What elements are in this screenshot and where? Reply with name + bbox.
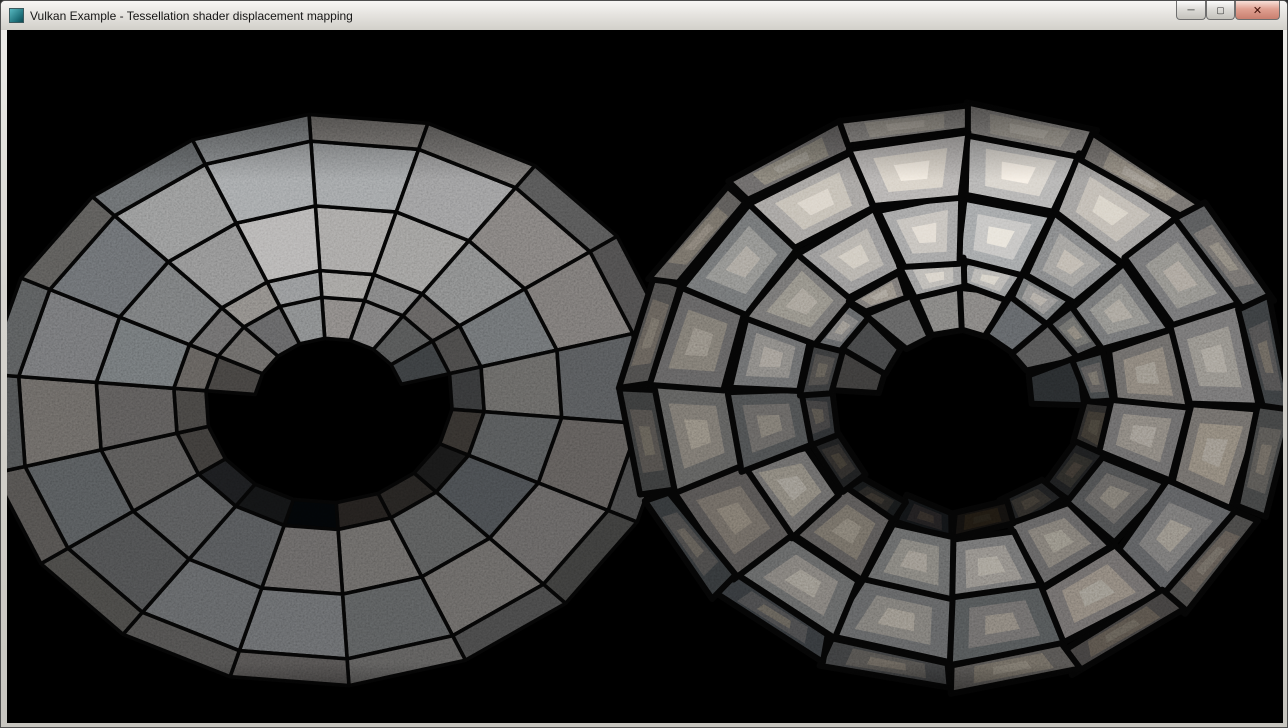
minimize-button[interactable]: ─ [1176, 1, 1206, 20]
minimize-icon: ─ [1187, 5, 1194, 16]
close-button[interactable]: ✕ [1235, 1, 1280, 20]
render-viewport[interactable] [7, 30, 1283, 723]
window-controls: ─ ▢ ✕ [1176, 1, 1280, 20]
titlebar[interactable]: Vulkan Example - Tessellation shader dis… [1, 1, 1287, 30]
close-icon: ✕ [1253, 4, 1262, 17]
maximize-button[interactable]: ▢ [1206, 1, 1235, 20]
app-icon [9, 8, 24, 23]
maximize-icon: ▢ [1216, 5, 1225, 16]
app-window: Vulkan Example - Tessellation shader dis… [0, 0, 1288, 728]
render-canvas [7, 30, 1283, 723]
window-title: Vulkan Example - Tessellation shader dis… [30, 9, 353, 23]
